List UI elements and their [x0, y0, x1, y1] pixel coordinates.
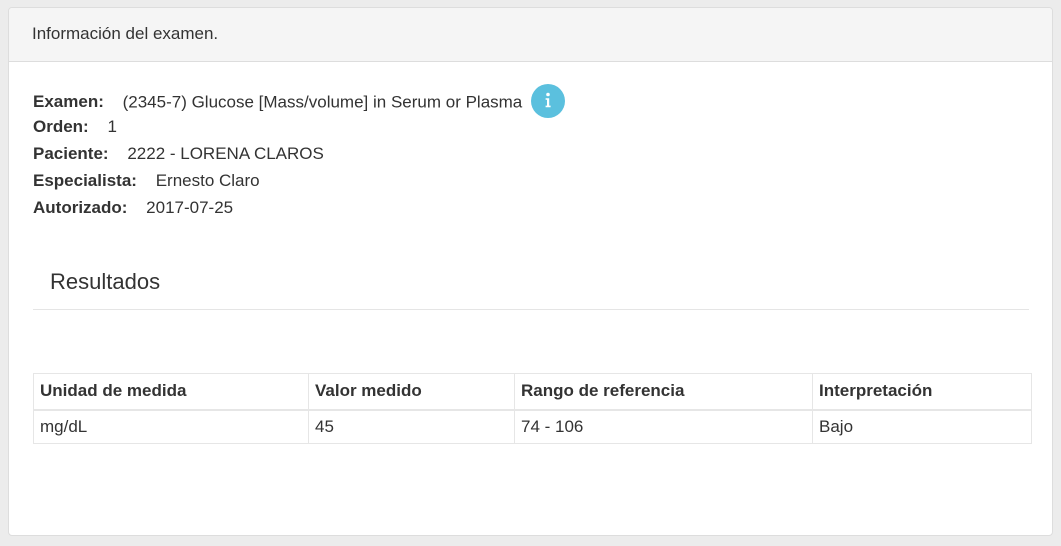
cell-rango: 74 - 106	[514, 409, 813, 444]
info-row-paciente: Paciente: 2222 - LORENA CLAROS	[33, 140, 1029, 167]
column-header-unidad: Unidad de medida	[33, 373, 309, 411]
especialista-label: Especialista:	[33, 171, 137, 190]
paciente-value: 2222 - LORENA CLAROS	[127, 144, 324, 163]
orden-value: 1	[107, 117, 117, 136]
info-row-examen: Examen: (2345-7) Glucose [Mass/volume] i…	[33, 84, 1029, 118]
table-row: mg/dL 45 74 - 106 Bajo	[33, 409, 1032, 444]
info-row-autorizado: Autorizado: 2017-07-25	[33, 194, 1029, 221]
examen-value: (2345-7) Glucose [Mass/volume] in Serum …	[122, 92, 523, 112]
column-header-valor: Valor medido	[308, 373, 515, 411]
panel-heading: Información del examen.	[9, 8, 1052, 62]
paciente-label: Paciente:	[33, 144, 109, 163]
especialista-value: Ernesto Claro	[155, 171, 260, 190]
cell-unidad: mg/dL	[33, 409, 309, 444]
info-icon-glyph	[545, 92, 551, 108]
cell-interpretacion: Bajo	[812, 409, 1032, 444]
results-header-row: Unidad de medida Valor medido Rango de r…	[33, 373, 1032, 411]
orden-label: Orden:	[33, 117, 89, 136]
examen-label: Examen:	[33, 92, 104, 112]
column-header-interpretacion: Interpretación	[812, 373, 1032, 411]
panel-body: Examen: (2345-7) Glucose [Mass/volume] i…	[9, 62, 1052, 444]
results-table: Unidad de medida Valor medido Rango de r…	[33, 373, 1032, 444]
column-header-rango: Rango de referencia	[514, 373, 813, 411]
cell-valor: 45	[308, 409, 515, 444]
info-icon[interactable]	[531, 84, 565, 118]
autorizado-value: 2017-07-25	[146, 198, 234, 217]
results-section-title: Resultados	[33, 267, 1029, 310]
autorizado-label: Autorizado:	[33, 198, 128, 217]
exam-info-panel: Información del examen. Examen: (2345-7)…	[8, 7, 1053, 536]
info-row-especialista: Especialista: Ernesto Claro	[33, 167, 1029, 194]
